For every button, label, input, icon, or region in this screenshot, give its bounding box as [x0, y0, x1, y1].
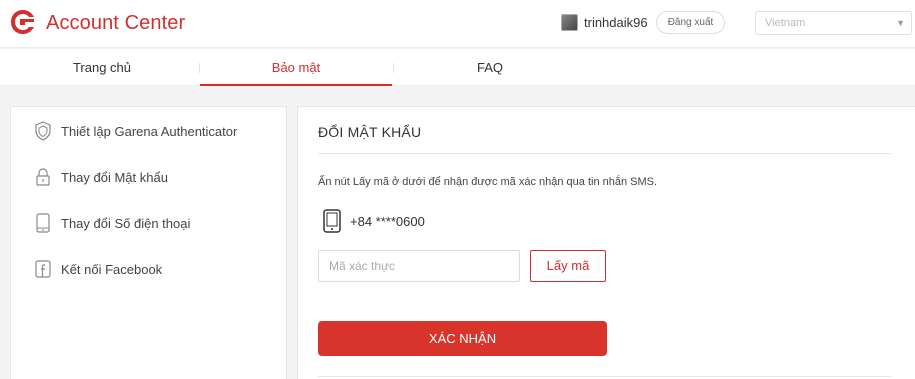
- tab-home[interactable]: Trang chủ: [6, 49, 198, 86]
- page-title: ĐỔI MẬT KHẨU: [318, 124, 422, 140]
- username[interactable]: trinhdaik96: [584, 15, 648, 30]
- app-title: Account Center: [46, 12, 186, 34]
- garena-logo-icon[interactable]: [8, 7, 40, 39]
- sidebar-item-change-password[interactable]: Thay đổi Mật khẩu: [11, 157, 286, 197]
- sidebar-item-label: Kết nối Facebook: [61, 262, 163, 277]
- masked-phone-number: +84 ****0600: [350, 214, 425, 229]
- verification-code-input[interactable]: [318, 250, 520, 282]
- tab-faq[interactable]: FAQ: [394, 49, 586, 86]
- avatar[interactable]: [561, 14, 578, 31]
- phone-icon: [322, 209, 342, 233]
- instruction-text: Ấn nút Lấy mã ở dưới để nhận được mã xác…: [318, 176, 658, 188]
- get-code-button[interactable]: Lấy mã: [530, 250, 606, 282]
- country-select[interactable]: Vietnam ▼: [755, 11, 912, 35]
- chevron-down-icon: ▼: [896, 18, 905, 28]
- main-nav: Trang chủ Bảo mật FAQ: [0, 49, 915, 86]
- shield-icon: [34, 121, 52, 141]
- sidebar-item-label: Thay đổi Mật khẩu: [61, 170, 168, 185]
- security-sidebar: Thiết lập Garena Authenticator Thay đổi …: [10, 106, 287, 379]
- top-header: Account Center trinhdaik96 Đăng xuất Vie…: [0, 0, 915, 48]
- facebook-icon: [34, 259, 52, 279]
- sidebar-item-label: Thay đổi Số điện thoại: [61, 216, 191, 231]
- divider: [318, 153, 891, 154]
- divider: [318, 376, 891, 377]
- phone-icon: [34, 213, 52, 233]
- sidebar-item-facebook[interactable]: Kết nối Facebook: [11, 249, 286, 289]
- sidebar-item-authenticator[interactable]: Thiết lập Garena Authenticator: [11, 111, 286, 151]
- lock-icon: [34, 167, 52, 187]
- change-password-panel: ĐỔI MẬT KHẨU Ấn nút Lấy mã ở dưới để nhậ…: [297, 106, 915, 379]
- country-select-value: Vietnam: [765, 17, 806, 29]
- tab-security[interactable]: Bảo mật: [200, 49, 392, 86]
- logout-button[interactable]: Đăng xuất: [656, 11, 725, 34]
- sidebar-item-change-phone[interactable]: Thay đổi Số điện thoại: [11, 203, 286, 243]
- sidebar-item-label: Thiết lập Garena Authenticator: [61, 124, 238, 139]
- confirm-button[interactable]: XÁC NHẬN: [318, 321, 607, 356]
